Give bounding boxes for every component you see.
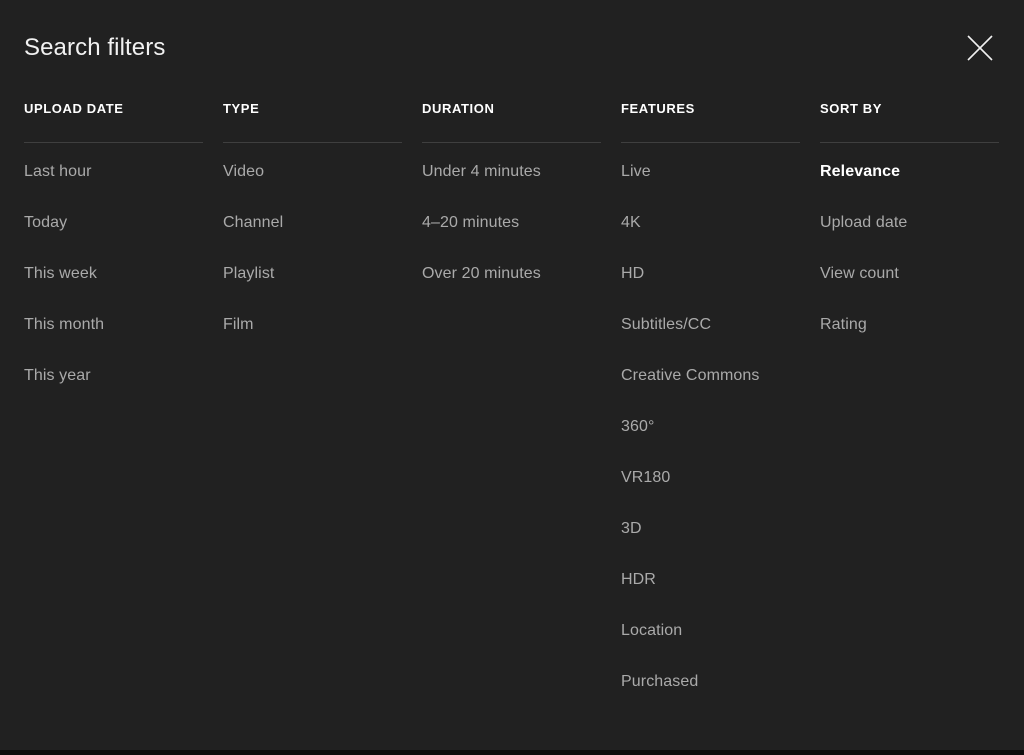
divider (820, 142, 999, 143)
close-button[interactable] (958, 26, 1002, 70)
filter-column-header: SORT BY (820, 101, 882, 116)
filter-item-list: Relevance Upload date View count Rating (820, 161, 1019, 365)
filter-item-relevance[interactable]: Relevance (820, 161, 1019, 212)
filter-item-4-20-minutes[interactable]: 4–20 minutes (422, 212, 621, 263)
filter-column-features: FEATURES Live 4K HD Subtitles/CC Creativ… (621, 100, 820, 722)
filter-column-type: TYPE Video Channel Playlist Film (223, 100, 422, 722)
filter-item-vr180[interactable]: VR180 (621, 467, 820, 518)
filter-column-header: FEATURES (621, 101, 695, 116)
filter-column-sort-by: SORT BY Relevance Upload date View count… (820, 100, 1019, 722)
filter-item-location[interactable]: Location (621, 620, 820, 671)
page-title: Search filters (24, 34, 166, 61)
filter-item-hdr[interactable]: HDR (621, 569, 820, 620)
divider (422, 142, 601, 143)
close-icon (965, 33, 995, 63)
filter-item-last-hour[interactable]: Last hour (24, 161, 223, 212)
divider (621, 142, 800, 143)
filter-item-creative-commons[interactable]: Creative Commons (621, 365, 820, 416)
filter-item-upload-date[interactable]: Upload date (820, 212, 1019, 263)
filter-item-film[interactable]: Film (223, 314, 422, 365)
filter-item-list: Last hour Today This week This month Thi… (24, 161, 223, 416)
filter-item-today[interactable]: Today (24, 212, 223, 263)
filter-item-channel[interactable]: Channel (223, 212, 422, 263)
divider (24, 142, 203, 143)
search-filters-screen: Search filters UPLOAD DATE Last hour Tod… (0, 0, 1024, 755)
filter-item-under-4-minutes[interactable]: Under 4 minutes (422, 161, 621, 212)
filter-columns: UPLOAD DATE Last hour Today This week Th… (24, 100, 1000, 722)
filter-item-video[interactable]: Video (223, 161, 422, 212)
filter-item-playlist[interactable]: Playlist (223, 263, 422, 314)
filter-item-3d[interactable]: 3D (621, 518, 820, 569)
divider (223, 142, 402, 143)
filter-column-header: UPLOAD DATE (24, 101, 124, 116)
filter-item-this-month[interactable]: This month (24, 314, 223, 365)
filter-column-duration: DURATION Under 4 minutes 4–20 minutes Ov… (422, 100, 621, 722)
filter-item-this-year[interactable]: This year (24, 365, 223, 416)
filter-item-list: Under 4 minutes 4–20 minutes Over 20 min… (422, 161, 621, 314)
filter-column-upload-date: UPLOAD DATE Last hour Today This week Th… (24, 100, 223, 722)
filter-item-live[interactable]: Live (621, 161, 820, 212)
filter-item-view-count[interactable]: View count (820, 263, 1019, 314)
search-filters-panel: Search filters UPLOAD DATE Last hour Tod… (0, 0, 1024, 750)
filter-item-360[interactable]: 360° (621, 416, 820, 467)
filter-item-rating[interactable]: Rating (820, 314, 1019, 365)
filter-item-this-week[interactable]: This week (24, 263, 223, 314)
filter-item-subtitles-cc[interactable]: Subtitles/CC (621, 314, 820, 365)
filter-item-over-20-minutes[interactable]: Over 20 minutes (422, 263, 621, 314)
filter-item-list: Live 4K HD Subtitles/CC Creative Commons… (621, 161, 820, 722)
filter-item-hd[interactable]: HD (621, 263, 820, 314)
bottom-edge-strip (0, 750, 1024, 755)
filter-column-header: TYPE (223, 101, 260, 116)
filter-item-list: Video Channel Playlist Film (223, 161, 422, 365)
filter-item-purchased[interactable]: Purchased (621, 671, 820, 722)
filter-column-header: DURATION (422, 101, 495, 116)
filter-item-4k[interactable]: 4K (621, 212, 820, 263)
